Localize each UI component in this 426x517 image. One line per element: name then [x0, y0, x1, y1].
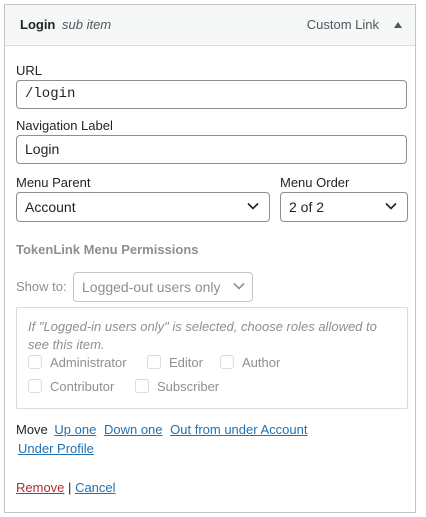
menu-item-subtitle: sub item — [62, 17, 112, 32]
remove-link[interactable]: Remove — [16, 480, 64, 495]
menu-item-header[interactable]: Login sub item Custom Link — [5, 5, 415, 46]
role-label: Contributor — [50, 379, 115, 394]
move-up-one-link[interactable]: Up one — [54, 422, 96, 437]
move-row-2: Under Profile — [18, 440, 94, 458]
subscriber-checkbox[interactable] — [135, 379, 149, 393]
menu-parent-value: Account — [25, 199, 76, 215]
roles-box: If "Logged-in users only" is selected, c… — [16, 307, 408, 409]
collapse-arrow-icon[interactable] — [394, 22, 402, 28]
role-editor[interactable]: Editor — [147, 355, 203, 371]
actions-separator: | — [68, 480, 72, 495]
navigation-label-input[interactable]: Login — [16, 135, 407, 164]
menu-order-value: 2 of 2 — [289, 199, 325, 215]
chevron-down-icon — [233, 282, 245, 290]
cancel-link[interactable]: Cancel — [75, 480, 115, 495]
role-subscriber[interactable]: Subscriber — [135, 379, 219, 395]
item-actions: Remove | Cancel — [16, 479, 116, 497]
role-contributor[interactable]: Contributor — [28, 379, 114, 395]
chevron-down-icon — [247, 202, 259, 210]
role-label: Administrator — [50, 355, 127, 370]
role-label: Author — [242, 355, 281, 370]
menu-item-panel: Login sub item Custom Link URL /login Na… — [4, 4, 416, 513]
navigation-label-label: Navigation Label — [16, 118, 113, 133]
role-label: Editor — [169, 355, 203, 370]
show-to-label: Show to: — [16, 279, 67, 294]
url-input[interactable]: /login — [16, 80, 407, 109]
menu-parent-label: Menu Parent — [16, 175, 91, 190]
editor-checkbox[interactable] — [147, 355, 161, 369]
permissions-heading: TokenLink Menu Permissions — [16, 242, 199, 257]
contributor-checkbox[interactable] — [28, 379, 42, 393]
move-label: Move — [16, 422, 48, 437]
menu-item-type: Custom Link — [306, 17, 379, 32]
chevron-down-icon — [385, 202, 397, 210]
show-to-select[interactable]: Logged-out users only — [73, 272, 253, 302]
role-administrator[interactable]: Administrator — [28, 355, 127, 371]
role-label: Subscriber — [157, 379, 220, 394]
roles-hint: If "Logged-in users only" is selected, c… — [28, 319, 377, 352]
menu-item-title: Login — [20, 17, 56, 32]
menu-parent-select[interactable]: Account — [16, 192, 270, 222]
move-under-profile-link[interactable]: Under Profile — [18, 441, 94, 456]
move-down-one-link[interactable]: Down one — [104, 422, 163, 437]
menu-order-select[interactable]: 2 of 2 — [280, 192, 408, 222]
move-out-from-under-link[interactable]: Out from under Account — [170, 422, 307, 437]
move-row: Move Up one Down one Out from under Acco… — [16, 421, 307, 439]
show-to-value: Logged-out users only — [82, 279, 221, 295]
administrator-checkbox[interactable] — [28, 355, 42, 369]
menu-order-label: Menu Order — [280, 175, 350, 190]
author-checkbox[interactable] — [220, 355, 234, 369]
url-label: URL — [16, 63, 43, 78]
role-author[interactable]: Author — [220, 355, 280, 371]
